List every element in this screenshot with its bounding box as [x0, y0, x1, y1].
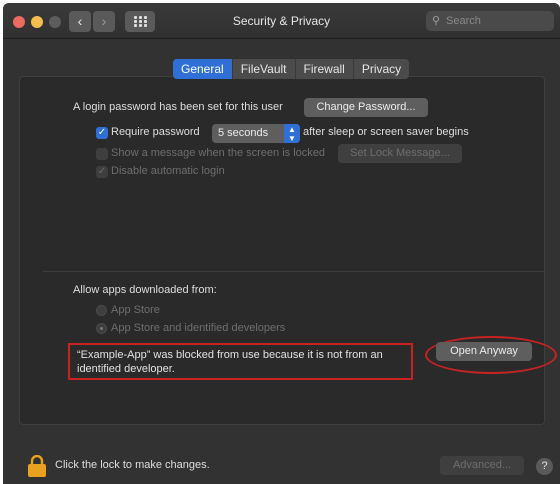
- tab-privacy[interactable]: Privacy: [354, 59, 409, 79]
- help-button[interactable]: ?: [536, 458, 553, 475]
- tab-general[interactable]: General: [173, 59, 233, 79]
- require-password-label: Require password: [111, 126, 200, 138]
- after-sleep-text: after sleep or screen saver begins: [303, 126, 469, 138]
- set-lock-message-button[interactable]: Set Lock Message...: [338, 144, 462, 163]
- show-all-button[interactable]: [125, 11, 155, 32]
- updown-arrows-icon: ▲ ▼: [284, 124, 300, 143]
- radio-identified-developers-label: App Store and identified developers: [111, 322, 286, 334]
- show-message-checkbox[interactable]: [96, 148, 108, 160]
- require-password-checkbox[interactable]: ✓: [96, 127, 108, 139]
- checkmark-icon: ✓: [97, 127, 107, 138]
- forward-button[interactable]: ›: [93, 11, 115, 32]
- lock-hint-text: Click the lock to make changes.: [55, 459, 210, 471]
- password-delay-value: 5 seconds: [218, 127, 269, 139]
- open-anyway-button[interactable]: Open Anyway: [436, 342, 532, 361]
- chevron-right-icon: ›: [101, 13, 107, 29]
- tab-filevault[interactable]: FileVault: [233, 59, 296, 79]
- search-icon: ⚲: [432, 15, 441, 27]
- allow-apps-heading: Allow apps downloaded from:: [73, 284, 217, 296]
- blocked-app-message: “Example-App” was blocked from use becau…: [77, 349, 383, 375]
- lock-icon[interactable]: [27, 454, 47, 477]
- checkmark-icon: ✓: [97, 166, 107, 177]
- zoom-button[interactable]: [49, 16, 61, 28]
- radio-identified-developers[interactable]: [96, 323, 107, 334]
- login-password-text: A login password has been set for this u…: [73, 101, 283, 113]
- disable-autologin-label: Disable automatic login: [111, 165, 225, 177]
- disable-autologin-checkbox[interactable]: ✓: [96, 166, 108, 178]
- minimize-button[interactable]: [31, 16, 43, 28]
- close-button[interactable]: [13, 16, 25, 28]
- search-placeholder: Search: [446, 15, 481, 27]
- back-button[interactable]: ‹: [69, 11, 91, 32]
- preferences-window: ‹ › Security & Privacy ⚲ Search General …: [3, 3, 560, 484]
- password-delay-select[interactable]: 5 seconds ▲ ▼: [212, 124, 300, 143]
- blocked-app-message-highlight: “Example-App” was blocked from use becau…: [68, 343, 413, 380]
- search-input[interactable]: ⚲ Search: [426, 11, 554, 31]
- radio-app-store-label: App Store: [111, 304, 160, 316]
- show-message-label: Show a message when the screen is locked: [111, 147, 326, 159]
- advanced-button[interactable]: Advanced...: [440, 456, 524, 475]
- tab-bar: General FileVault Firewall Privacy: [173, 59, 410, 79]
- section-divider: [43, 271, 545, 272]
- change-password-button[interactable]: Change Password...: [304, 98, 428, 117]
- tab-firewall[interactable]: Firewall: [296, 59, 354, 79]
- radio-app-store[interactable]: [96, 305, 107, 316]
- chevron-left-icon: ‹: [77, 13, 83, 29]
- title-bar: ‹ › Security & Privacy ⚲ Search: [3, 3, 560, 39]
